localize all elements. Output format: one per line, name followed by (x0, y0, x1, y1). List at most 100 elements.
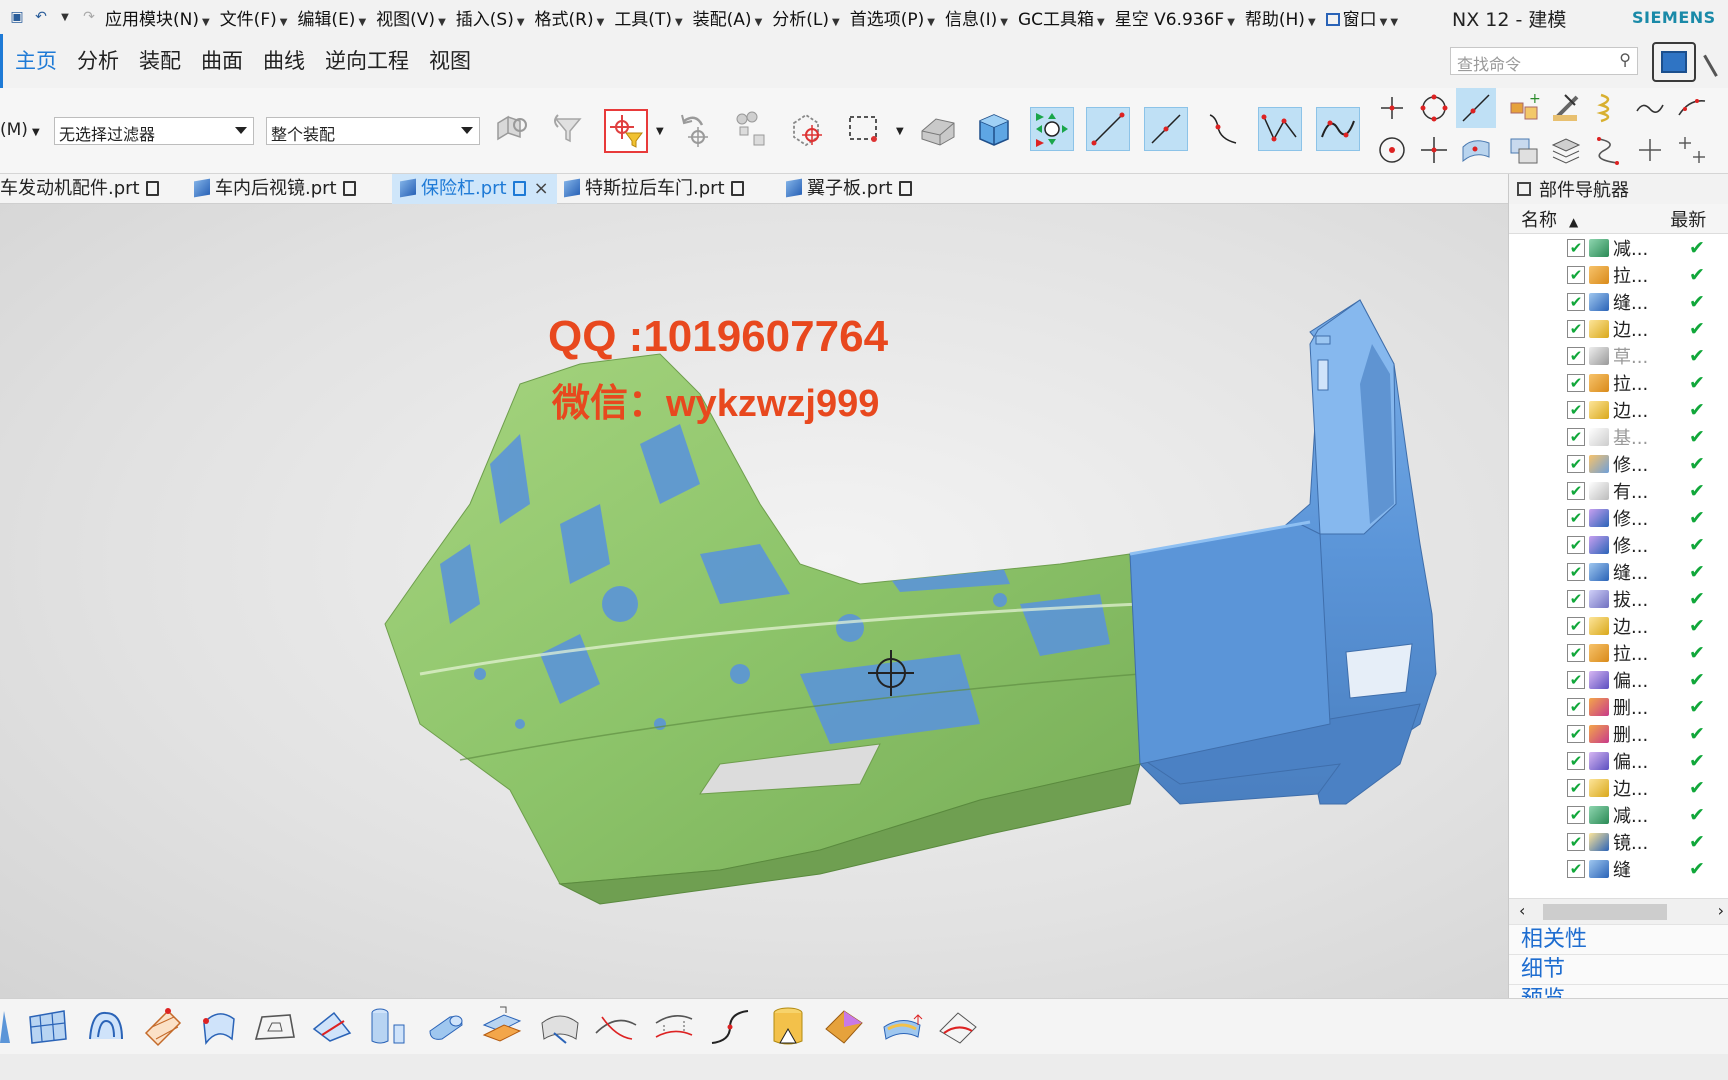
navigator-row[interactable]: ✔ 拉... ✔ (1509, 369, 1728, 396)
measure-tool-icon[interactable] (1546, 88, 1586, 128)
selection-mode-dropdown[interactable]: (M) ▼ (0, 120, 40, 140)
snap-point-icon[interactable] (1030, 107, 1074, 151)
spline-icon[interactable] (1630, 88, 1670, 128)
visibility-checkbox[interactable]: ✔ (1567, 805, 1585, 824)
doc-tab-engine-parts[interactable]: 车发动机配件.prt (0, 174, 159, 204)
visibility-checkbox[interactable]: ✔ (1567, 400, 1585, 419)
navigator-row[interactable]: ✔ 拉... ✔ (1509, 261, 1728, 288)
visibility-checkbox[interactable]: ✔ (1567, 670, 1585, 689)
sketch-curve-icon[interactable] (1588, 130, 1628, 170)
tab-view[interactable]: 视图 (419, 34, 481, 88)
navigator-row[interactable]: ✔ 偏... ✔ (1509, 747, 1728, 774)
menu-edit[interactable]: 编辑(E) ▼ (292, 5, 371, 30)
tab-analysis[interactable]: 分析 (67, 34, 129, 88)
graphics-window[interactable]: QQ :1019607764 微信：wykzwzj999 (0, 204, 1508, 998)
scrollbar-thumb[interactable] (1543, 904, 1667, 920)
cylinder-icon[interactable] (422, 1003, 470, 1051)
visibility-checkbox[interactable]: ✔ (1567, 751, 1585, 770)
visibility-checkbox[interactable]: ✔ (1567, 346, 1585, 365)
save-icon[interactable]: ▣ (8, 8, 26, 26)
deviation-gauge-icon[interactable] (934, 1003, 982, 1051)
doc-tab-rearview-mirror[interactable]: 车内后视镜.prt (194, 174, 356, 204)
studio-surface-icon[interactable] (82, 1003, 130, 1051)
offset-surface-icon[interactable] (478, 1003, 526, 1051)
doc-tab-bumper[interactable]: 保险杠.prt × (392, 174, 557, 204)
layer-icon[interactable] (1546, 130, 1586, 170)
menu-application[interactable]: 应用模块(N) ▼ (100, 5, 215, 30)
snap-point-filter-icon[interactable] (604, 109, 648, 153)
navigator-row[interactable]: ✔ 基... ✔ (1509, 423, 1728, 450)
navigator-row[interactable]: ✔ 拔... ✔ (1509, 585, 1728, 612)
arc-center-icon[interactable] (1414, 88, 1454, 128)
rectangle-select-icon[interactable] (842, 107, 886, 151)
shaded-face-icon[interactable] (916, 107, 960, 151)
visibility-checkbox[interactable]: ✔ (1567, 373, 1585, 392)
intersection-point-icon[interactable] (1258, 107, 1302, 151)
assembly-navigator-icon[interactable] (728, 107, 772, 151)
menu-insert[interactable]: 插入(S) ▼ (451, 5, 530, 30)
menu-assembly[interactable]: 装配(A) ▼ (688, 5, 768, 30)
face-curvature-icon[interactable] (820, 1003, 868, 1051)
menu-gc-toolkit[interactable]: GC工具箱 ▼ (1013, 5, 1110, 30)
general-selection-icon[interactable] (490, 107, 534, 151)
visibility-checkbox[interactable]: ✔ (1567, 481, 1585, 500)
doc-tab-fender[interactable]: 翼子板.prt (786, 174, 912, 204)
column-name-header[interactable]: 名称 ▲ (1509, 206, 1658, 232)
undo-selection-icon[interactable] (672, 107, 716, 151)
tab-home[interactable]: 主页 (0, 34, 67, 88)
navigator-row[interactable]: ✔ 删... ✔ (1509, 693, 1728, 720)
draft-analysis-icon[interactable] (764, 1003, 812, 1051)
navigator-horizontal-scrollbar[interactable]: ‹ › (1509, 898, 1728, 924)
trim-sheet-icon[interactable] (308, 1003, 356, 1051)
visibility-checkbox[interactable]: ✔ (1567, 535, 1585, 554)
on-curve-icon[interactable] (1456, 88, 1496, 128)
add-component-icon[interactable]: + (1504, 88, 1544, 128)
visibility-checkbox[interactable]: ✔ (1567, 724, 1585, 743)
navigator-row[interactable]: ✔ 镜... ✔ (1509, 828, 1728, 855)
visibility-checkbox[interactable]: ✔ (1567, 292, 1585, 311)
navigator-row[interactable]: ✔ 修... ✔ (1509, 531, 1728, 558)
n-sided-surface-icon[interactable] (138, 1003, 186, 1051)
scope-select[interactable]: 整个装配 (266, 117, 480, 145)
menu-format[interactable]: 格式(R) ▼ (530, 5, 610, 30)
tab-reverse-engineering[interactable]: 逆向工程 (315, 34, 419, 88)
menu-window[interactable]: 窗口 ▼ ▼ (1321, 5, 1403, 30)
menu-help[interactable]: 帮助(H) ▼ (1240, 5, 1321, 30)
visibility-checkbox[interactable]: ✔ (1567, 832, 1585, 851)
navigator-row[interactable]: ✔ 边... ✔ (1509, 612, 1728, 639)
undo-dropdown-icon[interactable]: ▼ (56, 8, 74, 26)
navigator-row[interactable]: ✔ 删... ✔ (1509, 720, 1728, 747)
section-details[interactable]: 细节 (1509, 954, 1728, 984)
visibility-checkbox[interactable]: ✔ (1567, 508, 1585, 527)
search-icon[interactable]: ⚲ (1619, 50, 1631, 69)
chevron-down-icon[interactable]: ▼ (656, 126, 664, 137)
surface-reflection-icon[interactable] (878, 1003, 926, 1051)
control-point-icon[interactable] (1200, 107, 1244, 151)
visibility-checkbox[interactable]: ✔ (1567, 427, 1585, 446)
command-search-input[interactable]: 查找命令 ⚲ (1450, 47, 1638, 75)
menu-file[interactable]: 文件(F) ▼ (215, 5, 293, 30)
visibility-checkbox[interactable]: ✔ (1567, 697, 1585, 716)
bounded-plane-icon[interactable] (250, 1003, 298, 1051)
point-icon[interactable] (1630, 130, 1670, 170)
close-icon[interactable]: × (534, 178, 549, 199)
tab-curve[interactable]: 曲线 (253, 34, 315, 88)
law-extension-icon[interactable] (536, 1003, 584, 1051)
navigator-row[interactable]: ✔ 偏... ✔ (1509, 666, 1728, 693)
existing-point-icon[interactable] (1372, 88, 1412, 128)
visibility-checkbox[interactable]: ✔ (1567, 589, 1585, 608)
point-set-icon[interactable] (1672, 130, 1712, 170)
menu-xingkong-plugin[interactable]: 星空 V6.936F ▼ (1110, 5, 1240, 30)
navigator-row[interactable]: ✔ 草... ✔ (1509, 342, 1728, 369)
navigator-row[interactable]: ✔ 缝... ✔ (1509, 288, 1728, 315)
visibility-checkbox[interactable]: ✔ (1567, 859, 1585, 878)
navigator-row[interactable]: ✔ 边... ✔ (1509, 396, 1728, 423)
navigator-row[interactable]: ✔ 缝 ✔ (1509, 855, 1728, 882)
end-point-icon[interactable] (1086, 107, 1130, 151)
mid-point-icon[interactable] (1144, 107, 1188, 151)
project-curve-icon[interactable] (650, 1003, 698, 1051)
navigator-row[interactable]: ✔ 修... ✔ (1509, 450, 1728, 477)
select-component-icon[interactable] (784, 107, 828, 151)
fit-curve-icon[interactable] (1672, 88, 1712, 128)
intersection-icon[interactable] (1414, 130, 1454, 170)
